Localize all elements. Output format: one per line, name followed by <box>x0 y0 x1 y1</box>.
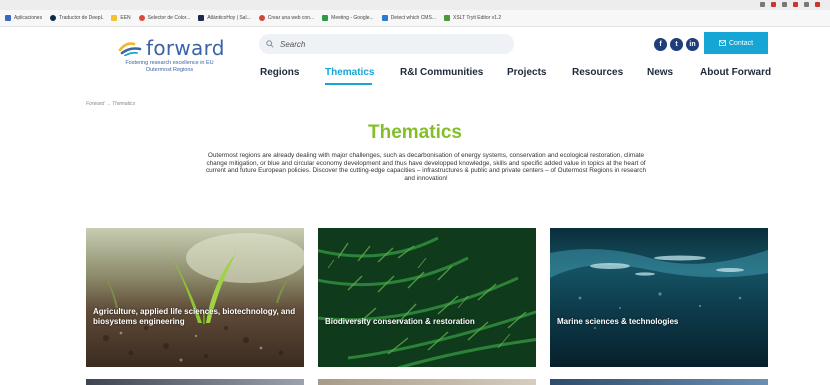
extension-icon[interactable] <box>782 2 787 7</box>
bookmark-label: Crear una web con... <box>267 15 315 21</box>
bookmark-een[interactable]: EEN <box>111 15 131 21</box>
linkedin-icon[interactable]: in <box>686 38 699 51</box>
nav-item-regions[interactable]: Regions <box>260 67 299 78</box>
nav-item-thematics[interactable]: Thematics <box>325 67 374 78</box>
facebook-icon[interactable]: f <box>654 38 667 51</box>
social-links: f t in <box>654 38 699 51</box>
bookmark-crear-web[interactable]: Crear una web con... <box>258 15 315 21</box>
search-input[interactable] <box>280 39 480 49</box>
web-builder-icon <box>258 15 265 21</box>
atlantico-icon <box>198 15 205 21</box>
nav-item-resources[interactable]: Resources <box>572 67 623 78</box>
nav-item-projects[interactable]: Projects <box>507 67 546 78</box>
forward-logo-icon <box>118 42 142 56</box>
folder-icon <box>111 15 118 21</box>
contact-button[interactable]: Contact <box>704 32 768 54</box>
logo-tagline: Fostering research excellence in EU Oute… <box>125 60 214 73</box>
page-title: Thematics <box>368 122 462 143</box>
bookmark-color-picker[interactable]: Selector de Color... <box>138 15 191 21</box>
agriculture-image <box>86 228 304 367</box>
bookmark-xslt[interactable]: XSLT Tryit Editor v1.2 <box>443 15 502 21</box>
contact-label: Contact <box>728 39 754 47</box>
thematic-card-partial[interactable] <box>318 379 536 385</box>
search-icon <box>266 40 274 48</box>
bookmark-detect-cms[interactable]: Detect which CMS... <box>381 15 436 21</box>
logo[interactable]: forward <box>118 36 225 60</box>
detect-cms-icon <box>381 15 388 21</box>
browser-top-strip <box>0 0 830 10</box>
bookmark-label: Selector de Color... <box>147 15 191 21</box>
extension-icon[interactable] <box>771 2 776 7</box>
twitter-icon[interactable]: t <box>670 38 683 51</box>
extension-icon[interactable] <box>760 2 765 7</box>
bookmark-atlantico[interactable]: AtlánticoHoy | Sal... <box>198 15 251 21</box>
thematic-card-partial[interactable] <box>550 379 768 385</box>
nav-item-news[interactable]: News <box>647 67 673 78</box>
bookmark-meeting[interactable]: Meeting - Google... <box>322 15 374 21</box>
breadcrumb[interactable]: Forward → Thematics <box>86 101 135 107</box>
bookmark-label: AtlánticoHoy | Sal... <box>207 15 251 21</box>
google-drive-icon <box>322 15 329 21</box>
bookmarks-bar: Aplicaciones Traductor de DeepL EEN Sele… <box>0 10 830 27</box>
bookmark-label: Detect which CMS... <box>390 15 436 21</box>
xslt-icon <box>443 15 450 21</box>
browser-extension-icons <box>760 2 820 7</box>
marine-image <box>550 228 768 367</box>
logo-text: forward <box>146 36 225 60</box>
bookmark-label: Traductor de DeepL <box>59 15 104 21</box>
thematic-card-marine[interactable]: Marine sciences & technologies <box>550 228 768 367</box>
extension-icon[interactable] <box>804 2 809 7</box>
biodiversity-image <box>318 228 536 367</box>
bookmark-label: Meeting - Google... <box>331 15 374 21</box>
nav-item-about-forward[interactable]: About Forward <box>700 67 771 78</box>
bookmark-label: Aplicaciones <box>14 15 43 21</box>
extension-icon[interactable] <box>793 2 798 7</box>
deepl-icon <box>50 15 57 21</box>
search-bar <box>259 34 514 54</box>
extension-icon[interactable] <box>815 2 820 7</box>
site-header: forward Fostering research excellence in… <box>0 27 830 87</box>
mail-icon <box>718 40 726 46</box>
bookmark-label: EEN <box>120 15 131 21</box>
card-label: Marine sciences & technologies <box>557 317 679 326</box>
nav-item-ri-communities[interactable]: R&I Communities <box>400 67 483 78</box>
nav-active-indicator <box>325 83 372 85</box>
bookmark-deepl[interactable]: Traductor de DeepL <box>50 15 103 21</box>
card-label: Agriculture, applied life sciences, biot… <box>93 307 296 326</box>
thematic-card-partial[interactable] <box>86 379 304 385</box>
bookmark-apps[interactable]: Aplicaciones <box>5 15 42 21</box>
apps-icon <box>5 15 11 21</box>
bookmark-label: XSLT Tryit Editor v1.2 <box>452 15 502 21</box>
thematic-card-biodiversity[interactable]: Biodiversity conservation & restoration <box>318 228 536 367</box>
color-picker-icon <box>138 15 145 21</box>
card-label: Biodiversity conservation & restoration <box>325 317 475 326</box>
page-intro: Outermost regions are already dealing wi… <box>205 152 647 183</box>
thematic-card-agriculture[interactable]: Agriculture, applied life sciences, biot… <box>86 228 304 367</box>
